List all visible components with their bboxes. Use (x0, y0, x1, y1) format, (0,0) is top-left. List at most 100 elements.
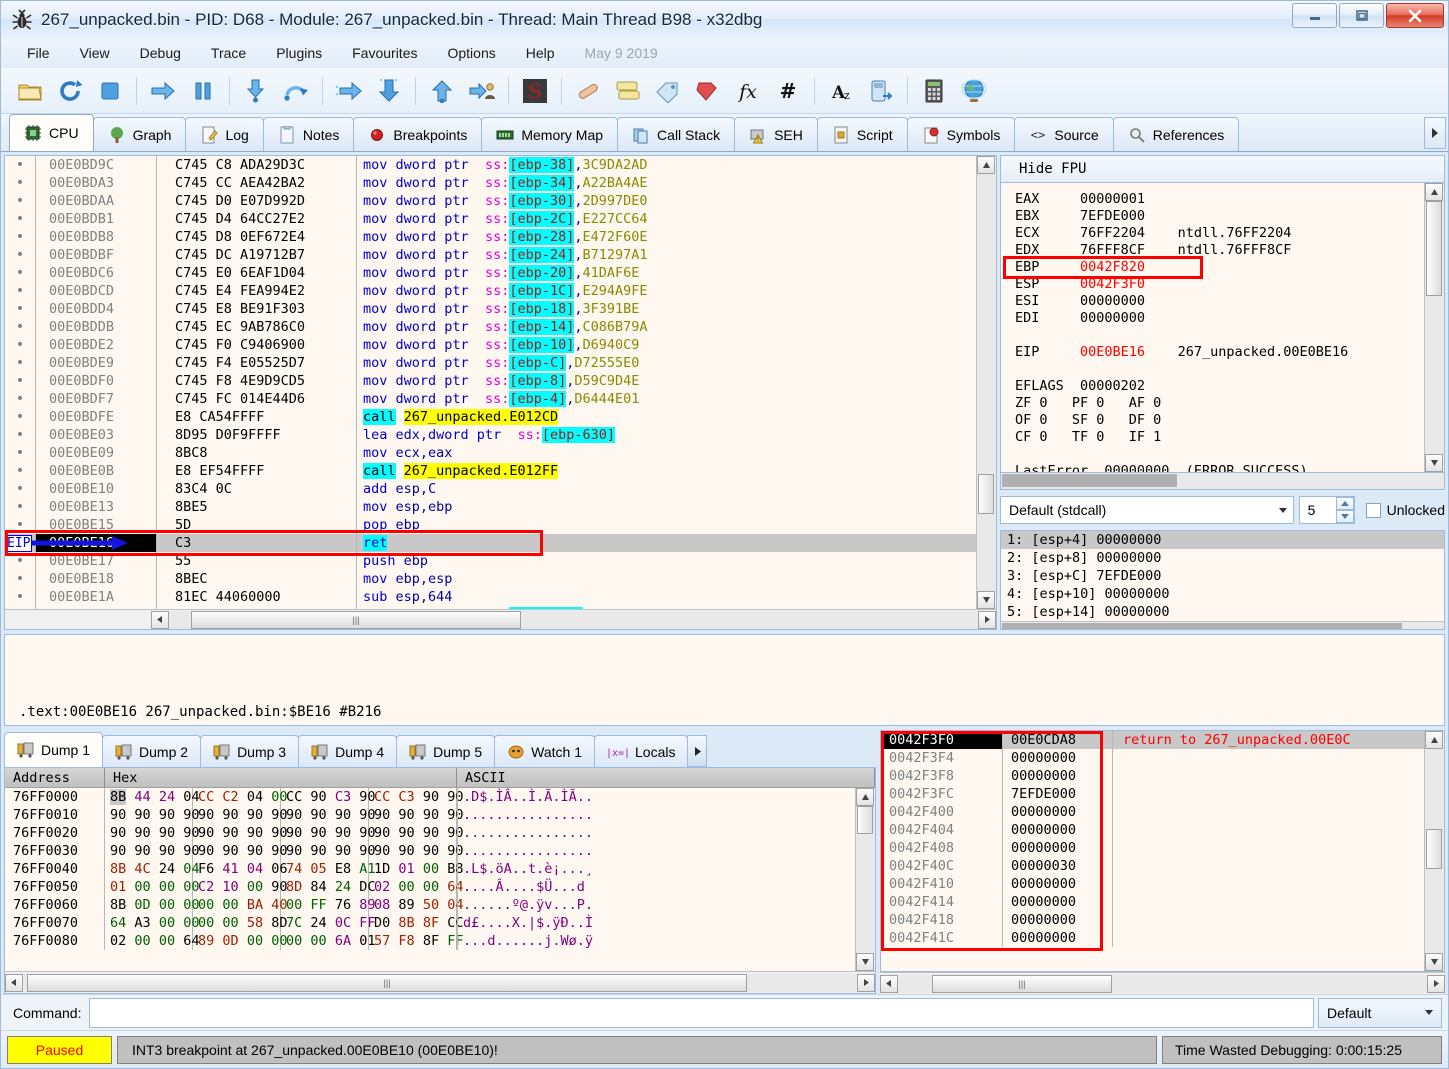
stack-value[interactable]: 00000000 (1003, 911, 1113, 929)
flags-row[interactable]: CF 0 TF 0 IF 1 (1015, 429, 1424, 446)
pause-icon[interactable] (184, 72, 222, 110)
disassembly-row[interactable]: • 00E0BDDB C745 EC 9AB786C0 mov dword ptr s… (5, 318, 976, 336)
restart-icon[interactable] (51, 72, 89, 110)
breakpoint-dot[interactable]: • (5, 480, 35, 498)
stack-horizontal-scrollbar[interactable]: ||| (880, 972, 1445, 994)
breakpoint-dot[interactable]: • (5, 336, 35, 354)
register-value[interactable]: 0042F3F0 (1080, 276, 1178, 292)
dump-tab-dump-3[interactable]: Dump 3 (200, 735, 300, 767)
dump-byte[interactable]: 24 (159, 789, 175, 805)
dump-byte[interactable]: 90 (423, 807, 439, 823)
hide-fpu-button[interactable]: Hide FPU (1000, 155, 1445, 183)
dump-byte[interactable]: 90 (247, 807, 263, 823)
bookmarks-icon[interactable] (689, 72, 727, 110)
dump-byte[interactable]: 0C (335, 915, 351, 931)
tab-symbols[interactable]: Symbols (906, 117, 1016, 151)
dump-byte[interactable]: C3 (335, 789, 351, 805)
dump-byte[interactable]: 00 (310, 933, 326, 949)
register-row-ebp[interactable]: EBP 0042F820 (1015, 259, 1424, 276)
dump-byte[interactable]: 90 (222, 843, 238, 859)
dump-byte[interactable]: 90 (310, 843, 326, 859)
checkbox-box[interactable] (1365, 502, 1381, 518)
breakpoint-dot[interactable]: • (5, 444, 35, 462)
scroll-track[interactable] (856, 806, 875, 953)
dump-byte[interactable]: 64 (110, 915, 126, 931)
dump-header-ascii[interactable]: ASCII (457, 768, 875, 787)
dump-byte[interactable]: A3 (134, 915, 150, 931)
dump-byte[interactable]: 84 (310, 879, 326, 895)
stack-value[interactable]: 00000000 (1003, 893, 1113, 911)
disassembly-row[interactable]: • 00E0BE03 8D95 D0F9FFFF lea edx,dword ptr … (5, 426, 976, 444)
stack-row[interactable]: 0042F404 00000000 (881, 821, 1424, 839)
stack-row[interactable]: 0042F40C 00000030 (881, 857, 1424, 875)
arg-count-stepper[interactable]: 5 (1298, 496, 1355, 524)
dump-row[interactable]: 76FF0000 8B 44 24 04 CC C2 04 00 CC 90 C3 9… (5, 788, 855, 806)
dump-byte[interactable]: 7C (286, 915, 302, 931)
argument-row[interactable]: 2: [esp+8] 00000000 (1001, 549, 1444, 567)
register-value[interactable]: 00000000 (1080, 310, 1178, 326)
tab-graph[interactable]: Graph (92, 117, 187, 151)
scroll-down-arrow[interactable] (1425, 953, 1443, 971)
dump-byte[interactable]: 90 (198, 843, 214, 859)
disassembly-row[interactable]: • 00E0BE09 8BC8 mov ecx,eax (5, 444, 976, 462)
scroll-track[interactable]: ||| (898, 974, 1427, 993)
stack-row[interactable]: 0042F408 00000000 (881, 839, 1424, 857)
trace-into-icon[interactable] (330, 72, 368, 110)
dump-grid[interactable]: 76FF0000 8B 44 24 04 CC C2 04 00 CC 90 C3 9… (5, 788, 875, 971)
registers-vertical-scrollbar[interactable] (1424, 183, 1444, 472)
dump-byte[interactable]: 90 (335, 843, 351, 859)
stack-row[interactable]: 0042F400 00000000 (881, 803, 1424, 821)
dump-byte[interactable]: 90 (286, 807, 302, 823)
calculator-goto-icon[interactable] (862, 72, 900, 110)
scroll-thumb[interactable]: ||| (27, 973, 747, 992)
stack-row[interactable]: 0042F3FC 7EFDE000 (881, 785, 1424, 803)
register-row-ebx[interactable]: EBX 7EFDE000 (1015, 208, 1424, 225)
dump-byte[interactable]: 58 (247, 915, 263, 931)
menu-file[interactable]: File (13, 41, 64, 65)
globe-icon[interactable] (955, 72, 993, 110)
dump-byte[interactable]: 76 (335, 897, 351, 913)
dump-byte[interactable]: 50 (423, 897, 439, 913)
register-value[interactable]: 76FF2204 (1080, 225, 1178, 241)
tab-seh[interactable]: ! SEH (734, 117, 818, 151)
dump-byte[interactable]: 90 (198, 807, 214, 823)
dump-byte[interactable]: D0 (374, 915, 390, 931)
breakpoint-dot[interactable]: • (5, 282, 35, 300)
command-input[interactable] (89, 997, 1314, 1028)
dump-byte[interactable]: F6 (198, 861, 214, 877)
dump-body[interactable]: Address Hex ASCII 76FF0000 8B 44 24 04 CC … (4, 767, 876, 994)
dump-byte[interactable]: 00 (134, 879, 150, 895)
scroll-track[interactable] (977, 174, 996, 591)
dump-byte[interactable]: 00 (423, 861, 439, 877)
scroll-right-arrow[interactable] (857, 973, 875, 992)
dump-byte[interactable]: 90 (159, 843, 175, 859)
menu-help[interactable]: Help (512, 41, 569, 65)
dump-byte[interactable]: C3 (398, 789, 414, 805)
stack-row[interactable]: 0042F418 00000000 (881, 911, 1424, 929)
dump-ascii[interactable]: ......º@.ÿv...P. (457, 896, 855, 914)
scroll-thumb[interactable] (978, 474, 994, 514)
dump-tab-dump-1[interactable]: Dump 1 (4, 732, 104, 767)
dump-byte[interactable]: 00 (247, 879, 263, 895)
dump-byte[interactable]: E8 (335, 861, 351, 877)
tab-script[interactable]: Script (816, 117, 908, 151)
argument-row[interactable]: 4: [esp+10] 00000000 (1001, 585, 1444, 603)
breakpoint-dot[interactable]: • (5, 300, 35, 318)
dump-byte[interactable]: 4C (134, 861, 150, 877)
dump-byte[interactable]: 90 (110, 825, 126, 841)
disassembly-row[interactable]: • 00E0BE18 8BEC mov ebp,esp (5, 570, 976, 588)
dump-byte[interactable]: 00 (159, 879, 175, 895)
dump-byte[interactable]: 01 (398, 861, 414, 877)
stack-value[interactable]: 00000000 (1003, 839, 1113, 857)
dump-row[interactable]: 76FF0080 02 00 00 64 89 0D 00 00 00 00 6A 0… (5, 932, 855, 950)
dump-ascii[interactable]: ...d......j.Wø.ÿ (457, 932, 855, 950)
calculator-icon[interactable] (915, 72, 953, 110)
register-value[interactable]: 00000001 (1080, 191, 1178, 207)
dump-tabs-scroll-right-button[interactable] (687, 735, 708, 767)
dump-byte[interactable]: 90 (398, 843, 414, 859)
dump-byte[interactable]: 1D (374, 861, 390, 877)
dump-byte[interactable]: 0D (134, 897, 150, 913)
dump-byte[interactable]: 00 (159, 915, 175, 931)
dump-byte[interactable]: 00 (198, 915, 214, 931)
dump-ascii[interactable]: ....Â....$Ü...d (457, 878, 855, 896)
